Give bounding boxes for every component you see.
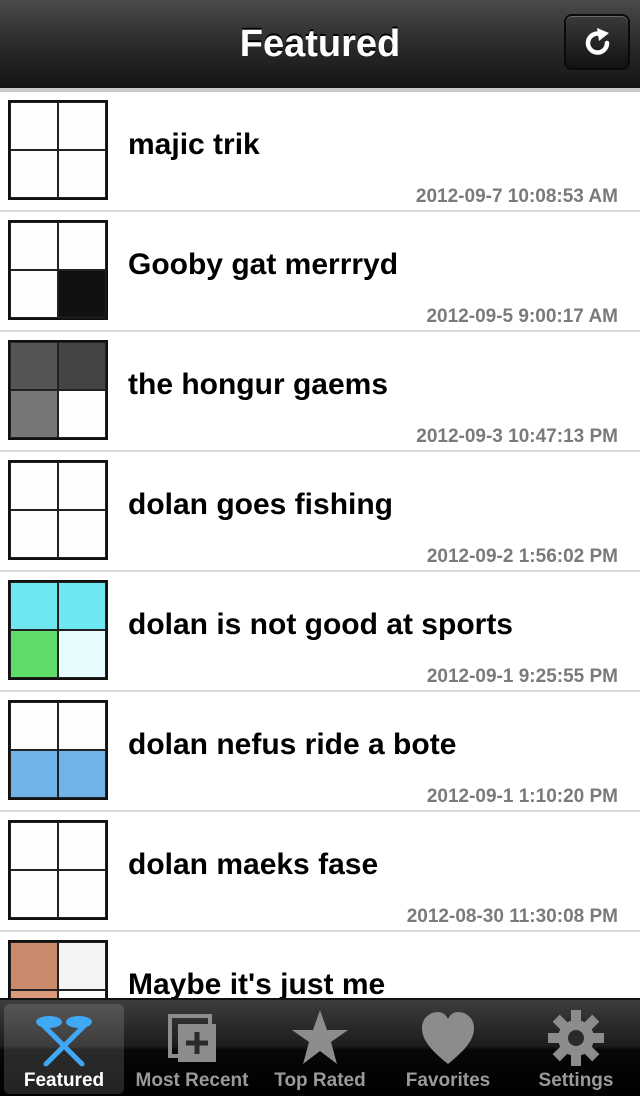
list-item[interactable]: Maybe it's just me — [0, 932, 640, 998]
comic-thumbnail — [8, 940, 108, 998]
tab-label: Settings — [538, 1070, 614, 1091]
item-title: dolan goes fishing — [128, 488, 394, 521]
comic-thumbnail — [8, 580, 108, 680]
heart-icon — [422, 1012, 474, 1064]
list-item[interactable]: majic trik 2012-09-7 10:08:53 AM — [0, 92, 640, 212]
item-title: the hongur gaems — [128, 368, 389, 401]
navigation-bar: Featured — [0, 0, 640, 92]
item-date: 2012-09-1 1:10:20 PM — [426, 786, 618, 807]
item-date: 2012-08-30 11:30:08 PM — [406, 906, 618, 927]
comic-thumbnail — [8, 100, 108, 200]
item-title: dolan maeks fase — [128, 848, 379, 881]
comic-thumbnail — [8, 460, 108, 560]
page-title: Featured — [239, 23, 401, 65]
refresh-icon — [585, 28, 610, 55]
list-item[interactable]: Gooby gat merrryd 2012-09-5 9:00:17 AM — [0, 212, 640, 332]
comic-thumbnail — [8, 340, 108, 440]
tab-most-recent[interactable]: Most Recent — [132, 1004, 252, 1094]
app-screen: Featured majic trik 2012-09-7 10:08:53 A… — [0, 0, 640, 1096]
item-title: dolan is not good at sports — [128, 608, 513, 641]
tab-label: Top Rated — [274, 1070, 366, 1091]
tab-label: Most Recent — [135, 1070, 249, 1091]
tab-settings[interactable]: Settings — [516, 1004, 636, 1094]
list-item[interactable]: dolan is not good at sports 2012-09-1 9:… — [0, 572, 640, 692]
tab-label: Favorites — [405, 1070, 491, 1091]
item-title: Maybe it's just me — [128, 968, 386, 998]
list-item[interactable]: the hongur gaems 2012-09-3 10:47:13 PM — [0, 332, 640, 452]
tab-top-rated[interactable]: Top Rated — [260, 1004, 380, 1094]
featured-icon — [36, 1016, 92, 1067]
item-title: Gooby gat merrryd — [128, 248, 399, 281]
item-date: 2012-09-2 1:56:02 PM — [426, 546, 618, 567]
most-recent-icon — [168, 1014, 216, 1062]
comic-thumbnail — [8, 220, 108, 320]
refresh-button[interactable] — [564, 14, 630, 70]
tab-featured[interactable]: Featured — [4, 1004, 124, 1094]
item-title: majic trik — [128, 128, 260, 161]
star-icon — [292, 1010, 348, 1064]
comic-thumbnail — [8, 820, 108, 920]
item-date: 2012-09-7 10:08:53 AM — [415, 186, 618, 207]
item-date: 2012-09-1 9:25:55 PM — [426, 666, 618, 687]
item-date: 2012-09-5 9:00:17 AM — [426, 306, 618, 327]
comic-list[interactable]: majic trik 2012-09-7 10:08:53 AM Gooby g… — [0, 92, 640, 998]
comic-thumbnail — [8, 700, 108, 800]
item-date: 2012-09-3 10:47:13 PM — [416, 426, 618, 447]
gear-icon — [548, 1010, 604, 1066]
list-item[interactable]: dolan maeks fase 2012-08-30 11:30:08 PM — [0, 812, 640, 932]
tab-bar: Featured Most Recent Top Rated Favorites — [0, 998, 640, 1096]
list-item[interactable]: dolan nefus ride a bote 2012-09-1 1:10:2… — [0, 692, 640, 812]
tab-label: Featured — [23, 1070, 105, 1091]
tab-favorites[interactable]: Favorites — [388, 1004, 508, 1094]
item-title: dolan nefus ride a bote — [128, 728, 457, 761]
list-item[interactable]: dolan goes fishing 2012-09-2 1:56:02 PM — [0, 452, 640, 572]
